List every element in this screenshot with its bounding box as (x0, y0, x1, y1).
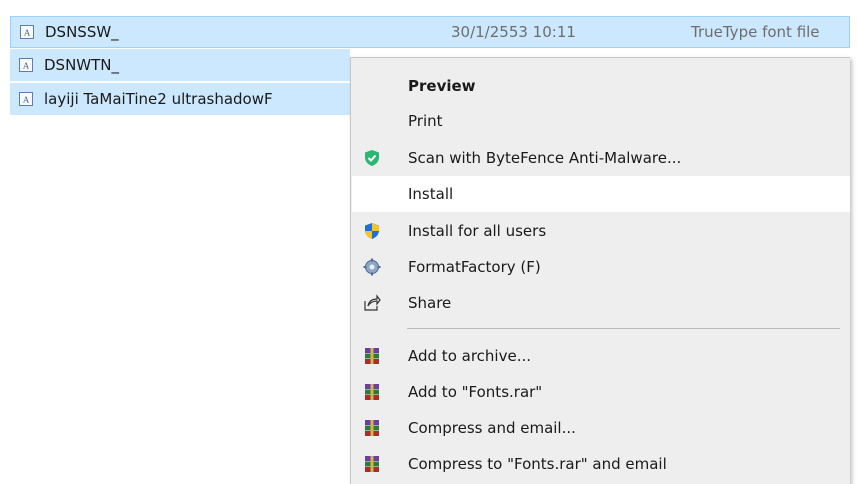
menu-item-label: Scan with ByteFence Anti-Malware... (408, 149, 682, 167)
menu-item-label: Add to archive... (408, 347, 531, 365)
file-name: layiji TaMaiTine2 ultrashadowF (44, 90, 273, 108)
menu-separator (407, 328, 840, 329)
menu-item-install[interactable]: Install (352, 176, 850, 212)
menu-item-formatfactory[interactable]: FormatFactory (F) (352, 249, 850, 285)
bytefence-shield-icon (365, 150, 379, 166)
context-menu: Preview Print Scan with ByteFence Anti-M… (350, 57, 850, 484)
menu-item-label: Preview (408, 77, 476, 95)
menu-item-add-to-fonts-rar[interactable]: Add to "Fonts.rar" (352, 374, 850, 410)
menu-item-install-all-users[interactable]: Install for all users (352, 213, 850, 249)
file-explorer: A DSNSSW_ 30/1/2553 10:11 TrueType font … (0, 0, 857, 484)
menu-item-scan-bytefence[interactable]: Scan with ByteFence Anti-Malware... (352, 140, 850, 176)
winrar-icon (365, 420, 379, 436)
formatfactory-icon (363, 258, 381, 276)
svg-text:A: A (23, 29, 30, 38)
file-name: DSNWTN_ (44, 56, 120, 74)
font-file-icon: A (19, 58, 33, 72)
winrar-icon (365, 348, 379, 364)
file-row[interactable]: A DSNSSW_ 30/1/2553 10:11 TrueType font … (10, 16, 850, 48)
font-file-icon: A (19, 92, 33, 106)
svg-text:A: A (22, 96, 29, 105)
menu-item-label: FormatFactory (F) (408, 258, 541, 276)
menu-item-label: Share (408, 294, 452, 312)
menu-item-add-to-archive[interactable]: Add to archive... (352, 338, 850, 374)
file-name: DSNSSW_ (45, 23, 119, 41)
winrar-icon (365, 456, 379, 472)
menu-item-label: Compress and email... (408, 419, 576, 437)
menu-item-print[interactable]: Print (352, 103, 850, 139)
menu-item-preview[interactable]: Preview (352, 68, 850, 104)
menu-item-label: Install for all users (408, 222, 547, 240)
menu-item-label: Compress to "Fonts.rar" and email (408, 455, 667, 473)
svg-text:A: A (22, 62, 29, 71)
winrar-icon (365, 384, 379, 400)
font-file-icon: A (20, 25, 34, 39)
menu-item-label: Print (408, 112, 443, 130)
share-icon (364, 294, 381, 311)
file-row[interactable]: A DSNWTN_ (10, 49, 350, 81)
menu-item-label: Install (408, 185, 454, 203)
menu-item-compress-and-email[interactable]: Compress and email... (352, 410, 850, 446)
file-row[interactable]: A layiji TaMaiTine2 ultrashadowF (10, 83, 350, 115)
menu-item-compress-to-fonts-rar-email[interactable]: Compress to "Fonts.rar" and email (352, 446, 850, 482)
uac-shield-icon (365, 223, 379, 239)
file-type: TrueType font file (691, 23, 820, 41)
menu-item-label: Add to "Fonts.rar" (408, 383, 543, 401)
file-date: 30/1/2553 10:11 (451, 23, 576, 41)
menu-item-share[interactable]: Share (352, 285, 850, 321)
